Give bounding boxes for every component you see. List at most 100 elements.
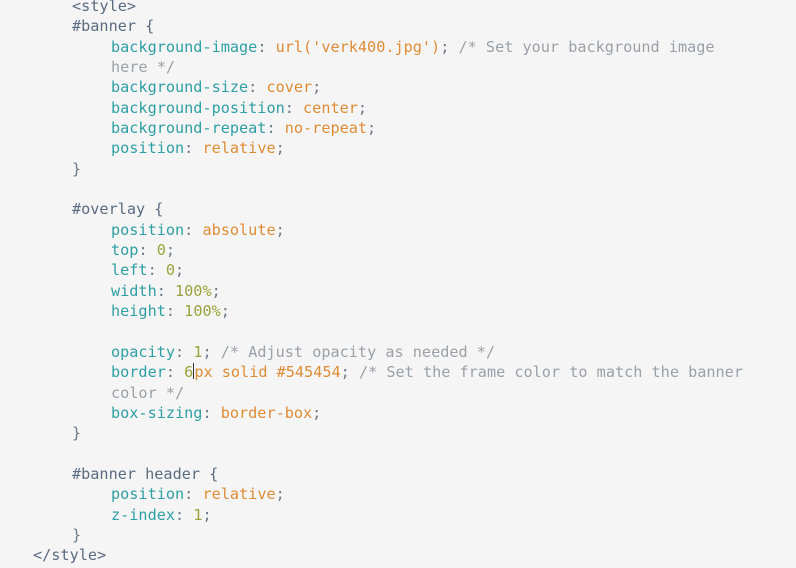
code-token-comment: /* Set the frame color to match the bann… (358, 363, 743, 382)
code-token-val-kw: no-repeat (284, 119, 368, 138)
code-token-val-num: 0 (165, 261, 176, 280)
code-line[interactable]: background-size: cover; (0, 77, 743, 97)
code-token-punc: : (184, 139, 203, 158)
code-token-punc: ; (165, 241, 176, 260)
code-token-punc: : (248, 78, 267, 97)
code-line[interactable]: position: relative; (0, 138, 743, 158)
code-token-comment: /* Set your background image (458, 37, 715, 56)
code-line[interactable]: box-sizing: border-box; (0, 403, 743, 423)
code-token-prop: background-size (111, 78, 249, 97)
code-token-punc: } (72, 525, 82, 544)
code-token-val-unit: px solid #545454 (194, 363, 341, 382)
code-line[interactable]: <style> (0, 0, 743, 16)
code-token-punc: ; (340, 363, 359, 382)
code-token-prop: top (111, 241, 139, 260)
code-token-prop: height (111, 302, 166, 321)
code-token-punc: } (72, 159, 82, 178)
code-token-comment: color */ (111, 383, 185, 402)
code-token-prop: background-repeat (111, 119, 267, 138)
code-token-val-str: url('verk400.jpg') (275, 37, 441, 56)
code-token-punc: ; (211, 281, 221, 300)
code-token-sel: #banner header { (72, 464, 219, 483)
code-line[interactable]: #banner header { (0, 464, 743, 484)
code-token-val-kw: relative (202, 485, 276, 504)
code-token-punc: ; (275, 220, 285, 239)
code-line[interactable]: } (0, 525, 743, 545)
code-line[interactable]: } (0, 423, 743, 443)
code-token-val-kw: relative (202, 139, 276, 158)
code-token-prop: position (111, 139, 185, 158)
code-token-punc: : (202, 403, 221, 422)
code-line[interactable] (0, 444, 743, 464)
code-token-prop: opacity (111, 342, 176, 361)
code-token-punc: ; (275, 139, 285, 158)
code-token-punc: ; (440, 37, 459, 56)
code-token-prop: background-image (111, 37, 258, 56)
code-line[interactable] (0, 179, 743, 199)
code-token-punc: ; (202, 342, 221, 361)
code-line[interactable]: background-repeat: no-repeat; (0, 118, 743, 138)
code-token-punc: : (175, 505, 194, 524)
code-token-punc: ; (275, 485, 285, 504)
code-line[interactable]: position: relative; (0, 484, 743, 504)
code-line[interactable]: position: absolute; (0, 220, 743, 240)
code-line[interactable]: top: 0; (0, 240, 743, 260)
code-token-punc: : (184, 220, 203, 239)
code-token-punc: ; (220, 302, 230, 321)
code-token-punc: : (266, 119, 285, 138)
code-line[interactable]: } (0, 159, 743, 179)
code-token-prop: border (111, 363, 166, 382)
code-line[interactable]: left: 0; (0, 260, 743, 280)
code-token-val-kw: cover (266, 78, 313, 97)
code-token-punc: : (147, 261, 166, 280)
code-token-punc: : (175, 342, 194, 361)
code-token-punc: ; (312, 403, 322, 422)
code-line[interactable]: background-position: center; (0, 98, 743, 118)
code-token-punc: ; (202, 505, 212, 524)
code-token-punc: } (72, 424, 82, 443)
code-line[interactable]: #banner { (0, 16, 743, 36)
code-token-punc: ; (175, 261, 185, 280)
code-token-prop: width (111, 281, 157, 300)
code-token-punc: ; (312, 78, 322, 97)
code-token-val-num: 6 (184, 363, 194, 382)
code-token-punc: : (165, 363, 185, 382)
code-token-punc: : (184, 485, 203, 504)
code-token-punc: ; (367, 119, 377, 138)
code-line[interactable]: background-image: url('verk400.jpg'); /*… (0, 37, 743, 57)
code-token-prop: position (111, 220, 185, 239)
code-line[interactable]: </style> (0, 545, 743, 565)
code-token-val-num: 100% (175, 281, 212, 300)
code-token-val-num: 0 (156, 241, 166, 260)
code-token-punc: ; (357, 98, 368, 117)
code-token-val-num: 100% (184, 302, 221, 321)
code-token-punc: : (284, 98, 304, 117)
code-line[interactable]: border: 6px solid #545454; /* Set the fr… (0, 362, 743, 382)
code-token-comment: /* Adjust opacity as needed */ (220, 342, 496, 361)
code-line[interactable]: #overlay { (0, 199, 743, 219)
code-token-val-kw: absolute (202, 220, 276, 239)
code-editor[interactable]: <style> #banner {background-image: url('v… (0, 0, 796, 568)
code-line[interactable] (0, 322, 743, 342)
code-token-prop: box-sizing (111, 403, 203, 422)
code-token-prop: z-index (111, 505, 176, 524)
code-token-punc: : (165, 302, 185, 321)
code-token-sel: #overlay { (72, 200, 164, 219)
code-line[interactable]: opacity: 1; /* Adjust opacity as needed … (0, 342, 743, 362)
code-token-comment: here */ (111, 58, 176, 77)
code-token-prop: position (111, 485, 185, 504)
code-line[interactable]: here */ (0, 57, 743, 77)
code-line[interactable]: color */ (0, 383, 743, 403)
code-token-tag: <style> (72, 0, 137, 15)
code-line[interactable]: z-index: 1; (0, 505, 743, 525)
code-line[interactable]: height: 100%; (0, 301, 743, 321)
code-token-val-kw: center (303, 98, 358, 117)
code-token-tag: </style> (33, 546, 107, 565)
code-line[interactable]: width: 100%; (0, 281, 743, 301)
code-content[interactable]: <style> #banner {background-image: url('v… (0, 0, 743, 566)
code-token-prop: left (111, 261, 148, 280)
code-token-sel: #banner { (72, 17, 155, 36)
code-token-punc: : (138, 241, 157, 260)
code-token-prop: background-position (111, 98, 285, 117)
code-token-punc: : (156, 281, 176, 300)
